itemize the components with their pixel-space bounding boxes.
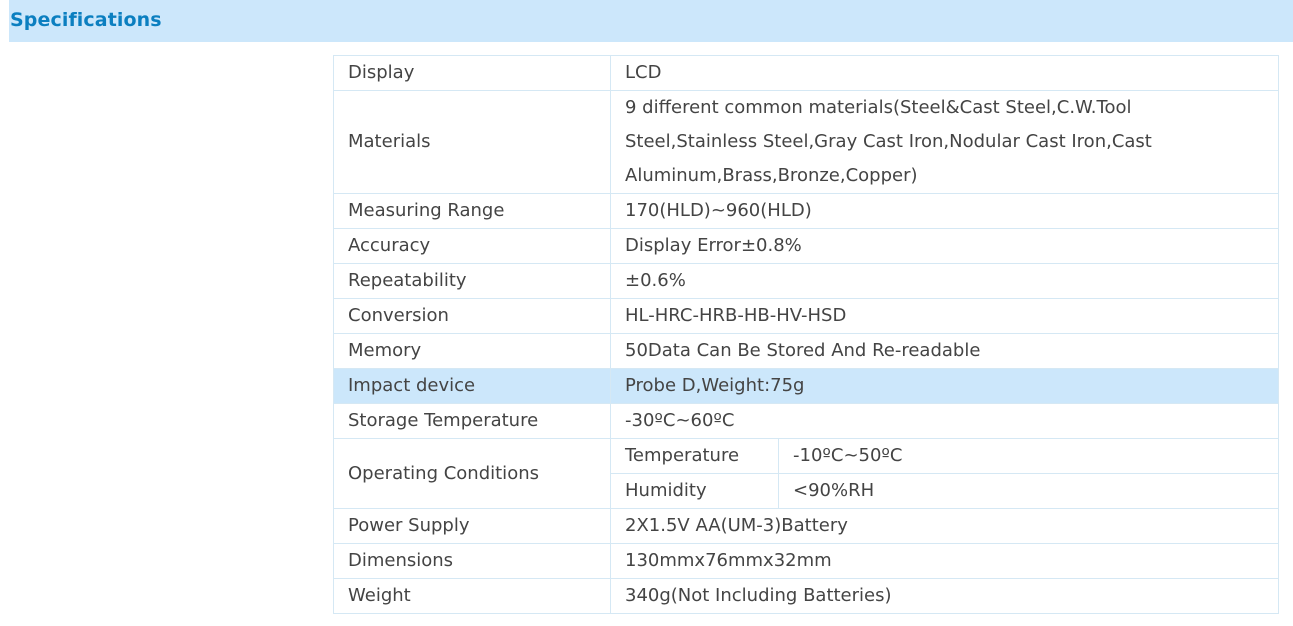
spec-label: Operating Conditions [333, 438, 611, 509]
table-row-repeatability: Repeatability ±0.6% [333, 263, 1279, 299]
spec-value: 340g(Not Including Batteries) [610, 578, 1279, 614]
sub-spec-value: <90%RH [778, 473, 1279, 509]
spec-label: Impact device [333, 368, 611, 404]
spec-label: Measuring Range [333, 193, 611, 229]
spec-value: 130mmx76mmx32mm [610, 543, 1279, 579]
table-row-operating-temperature: Operating Conditions Temperature -10ºC~5… [333, 438, 1279, 509]
table-row-dimensions: Dimensions 130mmx76mmx32mm [333, 543, 1279, 579]
spec-label: Weight [333, 578, 611, 614]
table-row-conversion: Conversion HL-HRC-HRB-HB-HV-HSD [333, 298, 1279, 334]
spec-value: 50Data Can Be Stored And Re-readable [610, 333, 1279, 369]
table-row-memory: Memory 50Data Can Be Stored And Re-reada… [333, 333, 1279, 369]
table-row-measuring-range: Measuring Range 170(HLD)~960(HLD) [333, 193, 1279, 229]
table-row-materials: Materials 9 different common materials(S… [333, 90, 1279, 194]
spec-value: Display Error±0.8% [610, 228, 1279, 264]
table-row-accuracy: Accuracy Display Error±0.8% [333, 228, 1279, 264]
section-title: Specifications [10, 9, 162, 31]
spec-label: Memory [333, 333, 611, 369]
table-row-power-supply: Power Supply 2X1.5V AA(UM-3)Battery [333, 508, 1279, 544]
spec-value: LCD [610, 55, 1279, 91]
sub-spec-label: Humidity [610, 473, 779, 509]
sub-spec-label: Temperature [610, 438, 779, 474]
section-header: Specifications [9, 0, 1293, 42]
spec-label: Conversion [333, 298, 611, 334]
table-row-impact-device: Impact device Probe D,Weight:75g [333, 368, 1279, 404]
table-row-storage-temperature: Storage Temperature -30ºC~60ºC [333, 403, 1279, 439]
spec-label: Repeatability [333, 263, 611, 299]
spec-value: -30ºC~60ºC [610, 403, 1279, 439]
table-row-weight: Weight 340g(Not Including Batteries) [333, 578, 1279, 614]
spec-value: 2X1.5V AA(UM-3)Battery [610, 508, 1279, 544]
spec-label: Power Supply [333, 508, 611, 544]
spec-value: ±0.6% [610, 263, 1279, 299]
table-row-display: Display LCD [333, 55, 1279, 91]
spec-value: HL-HRC-HRB-HB-HV-HSD [610, 298, 1279, 334]
specifications-table: Display LCD Materials 9 different common… [333, 55, 1279, 614]
spec-label: Materials [333, 90, 611, 194]
spec-label: Display [333, 55, 611, 91]
sub-spec-value: -10ºC~50ºC [778, 438, 1279, 474]
spec-value: 170(HLD)~960(HLD) [610, 193, 1279, 229]
spec-value: 9 different common materials(Steel&Cast … [610, 90, 1279, 194]
spec-label: Dimensions [333, 543, 611, 579]
spec-value: Probe D,Weight:75g [610, 368, 1279, 404]
spec-label: Accuracy [333, 228, 611, 264]
spec-label: Storage Temperature [333, 403, 611, 439]
